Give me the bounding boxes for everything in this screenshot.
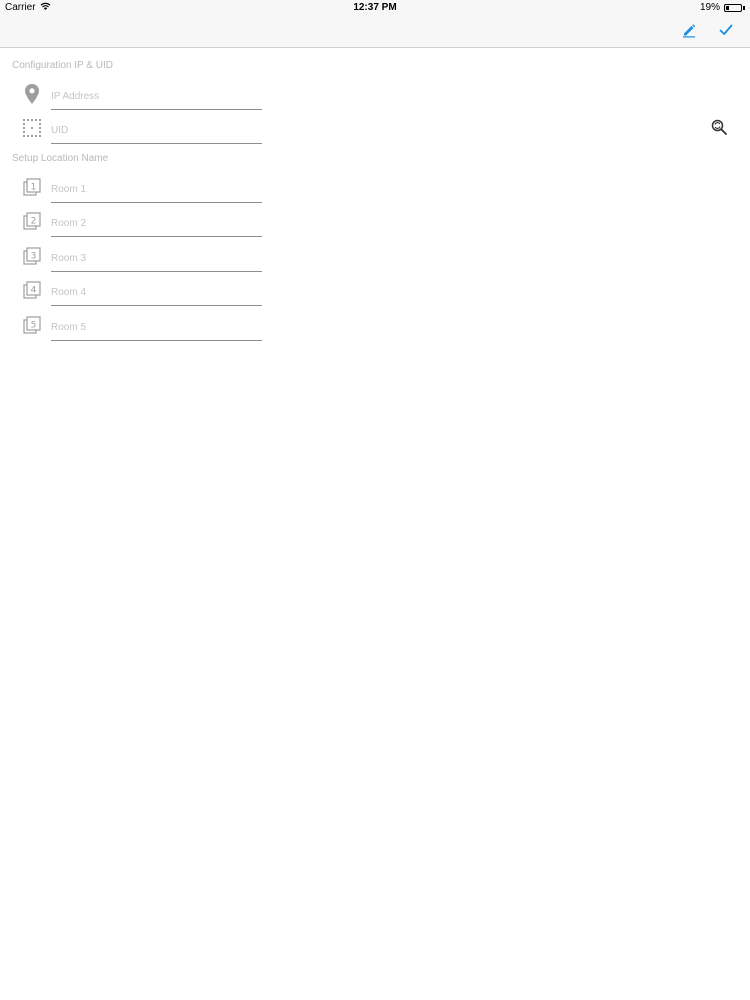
room-5-badge-icon: 5 (22, 315, 42, 335)
uid-input[interactable] (51, 118, 262, 143)
checkmark-icon (718, 22, 734, 43)
room-3-field[interactable] (51, 246, 262, 272)
svg-text:5: 5 (31, 321, 37, 331)
room-1-field[interactable] (51, 177, 262, 203)
svg-text:2: 2 (31, 217, 37, 227)
svg-text:1: 1 (31, 183, 37, 193)
edit-button[interactable] (678, 21, 700, 43)
room-5-field[interactable] (51, 315, 262, 341)
room-2-badge-icon: 2 (22, 211, 42, 231)
room-2-input[interactable] (51, 211, 262, 236)
dotted-grid-icon (22, 118, 42, 138)
svg-text:3: 3 (31, 252, 37, 262)
pencil-icon (681, 22, 697, 43)
navigation-bar (0, 16, 750, 48)
config-section-title: Configuration IP & UID (12, 60, 113, 71)
ip-address-input[interactable] (51, 84, 262, 109)
search-refresh-icon (710, 118, 728, 141)
status-battery: 19% (700, 2, 745, 13)
room-1-input[interactable] (51, 177, 262, 202)
room-1-badge-icon: 1 (22, 177, 42, 197)
room-3-badge-icon: 3 (22, 246, 42, 266)
room-4-field[interactable] (51, 280, 262, 306)
battery-percent: 19% (699, 2, 720, 13)
search-refresh-button[interactable] (708, 118, 730, 140)
status-bar: Carrier 12:37 PM 19% (0, 0, 750, 16)
location-pin-icon (22, 84, 42, 104)
status-time: 12:37 PM (353, 2, 397, 13)
room-4-badge-icon: 4 (22, 280, 42, 300)
room-4-input[interactable] (51, 280, 262, 305)
battery-icon (724, 3, 742, 12)
room-5-input[interactable] (51, 315, 262, 340)
location-section-title: Setup Location Name (12, 153, 109, 164)
svg-text:4: 4 (31, 286, 37, 296)
done-button[interactable] (715, 21, 737, 43)
room-2-field[interactable] (51, 211, 262, 237)
room-3-input[interactable] (51, 246, 262, 271)
uid-field[interactable] (51, 118, 262, 144)
ip-address-field[interactable] (51, 84, 262, 110)
